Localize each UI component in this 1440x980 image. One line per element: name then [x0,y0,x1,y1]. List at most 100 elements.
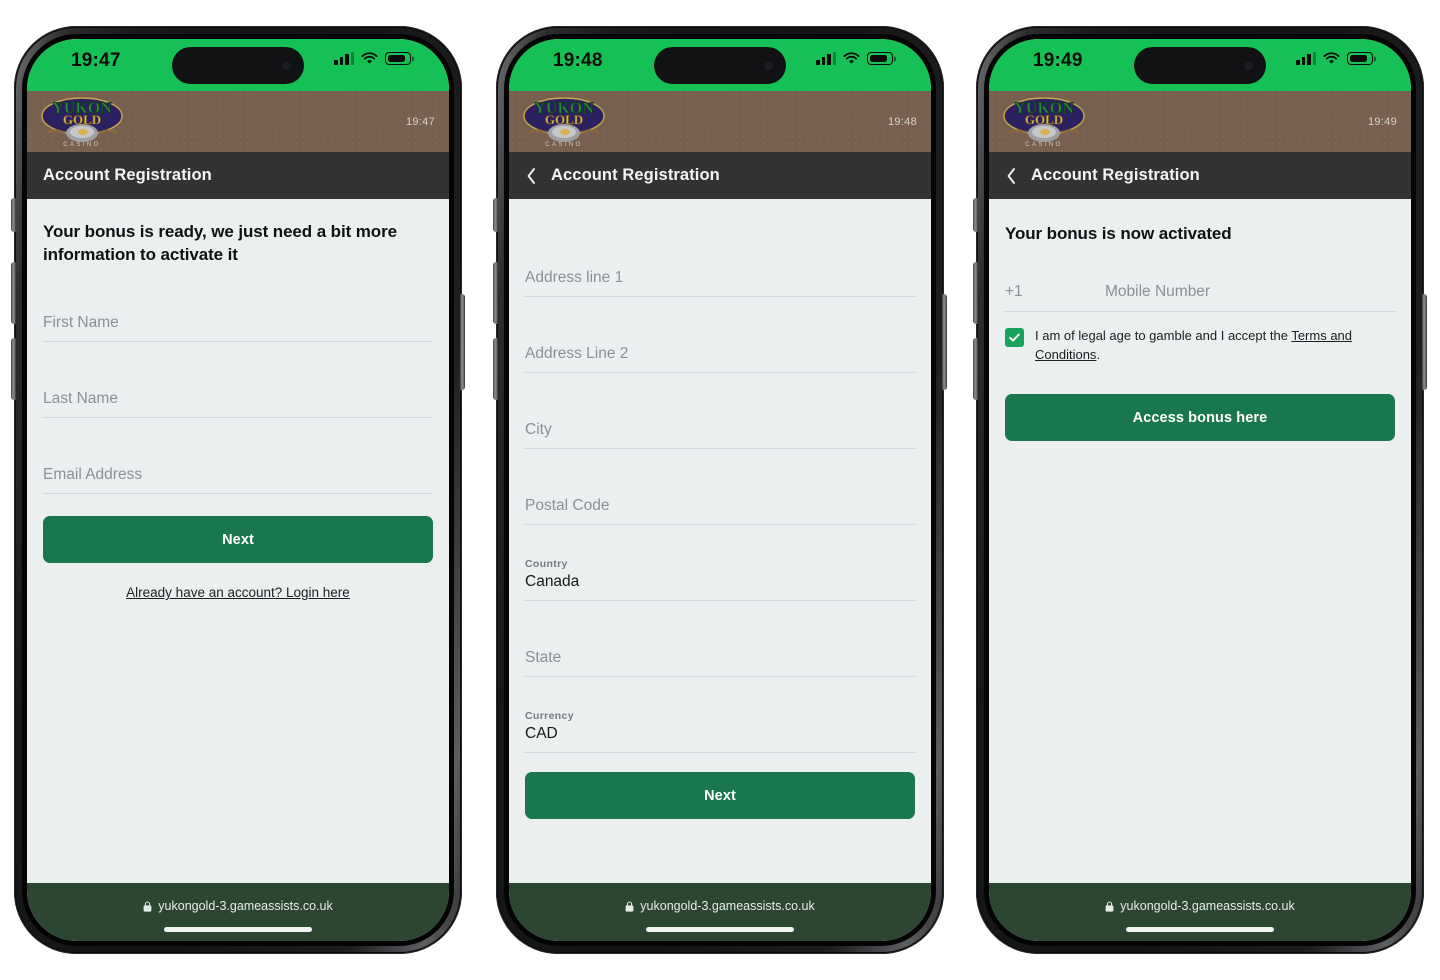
cellular-signal-icon [816,52,836,65]
address-line-2-field[interactable]: Address Line 2 [525,297,915,373]
wifi-icon [843,52,860,65]
back-chevron-icon[interactable] [1005,166,1017,186]
city-field[interactable]: City [525,373,915,449]
power-button[interactable] [460,294,465,390]
power-button[interactable] [1422,294,1427,390]
brand-header-bar: YUKON GOLD CASINO 19:48 [509,91,931,152]
city-placeholder: City [525,421,552,438]
volume-down-button[interactable] [493,338,498,400]
battery-icon [1347,52,1373,65]
front-camera-icon [764,61,773,70]
volume-up-button[interactable] [493,262,498,324]
status-bar: 19:48 [509,39,931,91]
volume-up-button[interactable] [973,262,978,324]
yukon-gold-casino-logo[interactable]: YUKON GOLD CASINO [39,93,125,151]
svg-text:CASINO: CASINO [63,142,100,148]
country-label: Country [525,558,568,570]
url-text: yukongold-3.gameassists.co.uk [158,899,333,913]
phone-screen-3: 19:49 YUKON GOLD CASINO 19:49 Account Re… [989,39,1411,941]
cellular-signal-icon [1296,52,1316,65]
country-value: Canada [525,573,580,590]
mute-switch-button[interactable] [493,198,498,232]
yukon-gold-casino-logo[interactable]: YUKON GOLD CASINO [1001,93,1087,151]
page-title-bar: Account Registration [27,152,449,199]
status-bar: 19:47 [27,39,449,91]
top-spacer [525,199,915,221]
currency-value: CAD [525,725,558,742]
svg-text:GOLD: GOLD [545,112,583,127]
mobile-number-field[interactable]: +1 Mobile Number [1005,246,1395,312]
dynamic-island [1134,47,1266,84]
country-code-value: +1 [1005,282,1023,300]
volume-down-button[interactable] [11,338,16,400]
front-camera-icon [1244,61,1253,70]
status-bar-clock: 19:47 [71,50,121,71]
mute-switch-button[interactable] [973,198,978,232]
status-bar: 19:49 [989,39,1411,91]
brand-bar-clock: 19:48 [887,115,917,128]
power-button[interactable] [942,294,947,390]
access-bonus-button-container: Access bonus here [1005,394,1395,442]
svg-text:GOLD: GOLD [1025,112,1063,127]
address-line-1-field[interactable]: Address line 1 [525,221,915,297]
url-display[interactable]: yukongold-3.gameassists.co.uk [1105,899,1295,913]
svg-text:CASINO: CASINO [545,142,582,148]
url-display[interactable]: yukongold-3.gameassists.co.uk [143,899,333,913]
phone-device-1: 19:47 YUKON GOLD CASINO 19:47 Account Re… [11,26,465,954]
svg-text:GOLD: GOLD [63,112,101,127]
next-button[interactable]: Next [525,772,915,819]
lock-icon [1105,900,1114,912]
phone-device-3: 19:49 YUKON GOLD CASINO 19:49 Account Re… [973,26,1427,954]
home-indicator[interactable] [1126,927,1274,932]
last-name-field[interactable]: Last Name [43,342,433,419]
address-line-1-placeholder: Address line 1 [525,269,624,286]
volume-down-button[interactable] [973,338,978,400]
volume-up-button[interactable] [11,262,16,324]
postal-code-field[interactable]: Postal Code [525,449,915,525]
page-title-bar: Account Registration [509,152,931,199]
currency-label: Currency [525,710,574,722]
login-link[interactable]: Already have an account? Login here [43,585,433,600]
address-line-2-placeholder: Address Line 2 [525,345,629,362]
brand-bar-clock: 19:49 [1367,115,1397,128]
yukon-gold-casino-logo[interactable]: YUKON GOLD CASINO [521,93,607,151]
status-bar-clock: 19:49 [1033,50,1083,71]
state-placeholder: State [525,649,562,666]
wifi-icon [361,52,378,65]
postal-code-placeholder: Postal Code [525,497,610,514]
last-name-placeholder: Last Name [43,390,118,408]
next-button-container: Next [43,516,433,564]
registration-form-step-3: Your bonus is now activated +1 Mobile Nu… [989,199,1411,883]
back-chevron-icon[interactable] [525,166,537,186]
url-display[interactable]: yukongold-3.gameassists.co.uk [625,899,815,913]
browser-url-bar: yukongold-3.gameassists.co.uk [989,883,1411,941]
next-button[interactable]: Next [43,516,433,564]
access-bonus-button[interactable]: Access bonus here [1005,394,1395,442]
mute-switch-button[interactable] [11,198,16,232]
status-bar-indicators [1296,52,1373,65]
currency-select[interactable]: Currency CAD [525,677,915,753]
form-heading: Your bonus is ready, we just need a bit … [43,222,397,264]
status-bar-indicators [816,52,893,65]
email-address-field[interactable]: Email Address [43,418,433,495]
dynamic-island [172,47,304,84]
brand-header-bar: YUKON GOLD CASINO 19:49 [989,91,1411,152]
home-indicator[interactable] [164,927,312,932]
email-address-placeholder: Email Address [43,466,143,484]
consent-text-before: I am of legal age to gamble and I accept… [1035,327,1292,343]
consent-row: I am of legal age to gamble and I accept… [1005,326,1395,364]
country-select[interactable]: Country Canada [525,525,915,601]
legal-age-checkbox[interactable] [1005,327,1024,347]
url-text: yukongold-3.gameassists.co.uk [1120,899,1295,913]
first-name-field[interactable]: First Name [43,266,433,343]
battery-icon [867,52,893,65]
brand-bar-clock: 19:47 [405,115,435,128]
status-bar-indicators [334,52,411,65]
phone-screen-2: 19:48 YUKON GOLD CASINO 19:48 Account Re… [509,39,931,941]
cellular-signal-icon [334,52,354,65]
home-indicator[interactable] [646,927,794,932]
state-field[interactable]: State [525,601,915,677]
mobile-number-placeholder: Mobile Number [1105,282,1211,300]
registration-form-step-1: Your bonus is ready, we just need a bit … [27,199,449,883]
phone-device-2: 19:48 YUKON GOLD CASINO 19:48 Account Re… [493,26,947,954]
